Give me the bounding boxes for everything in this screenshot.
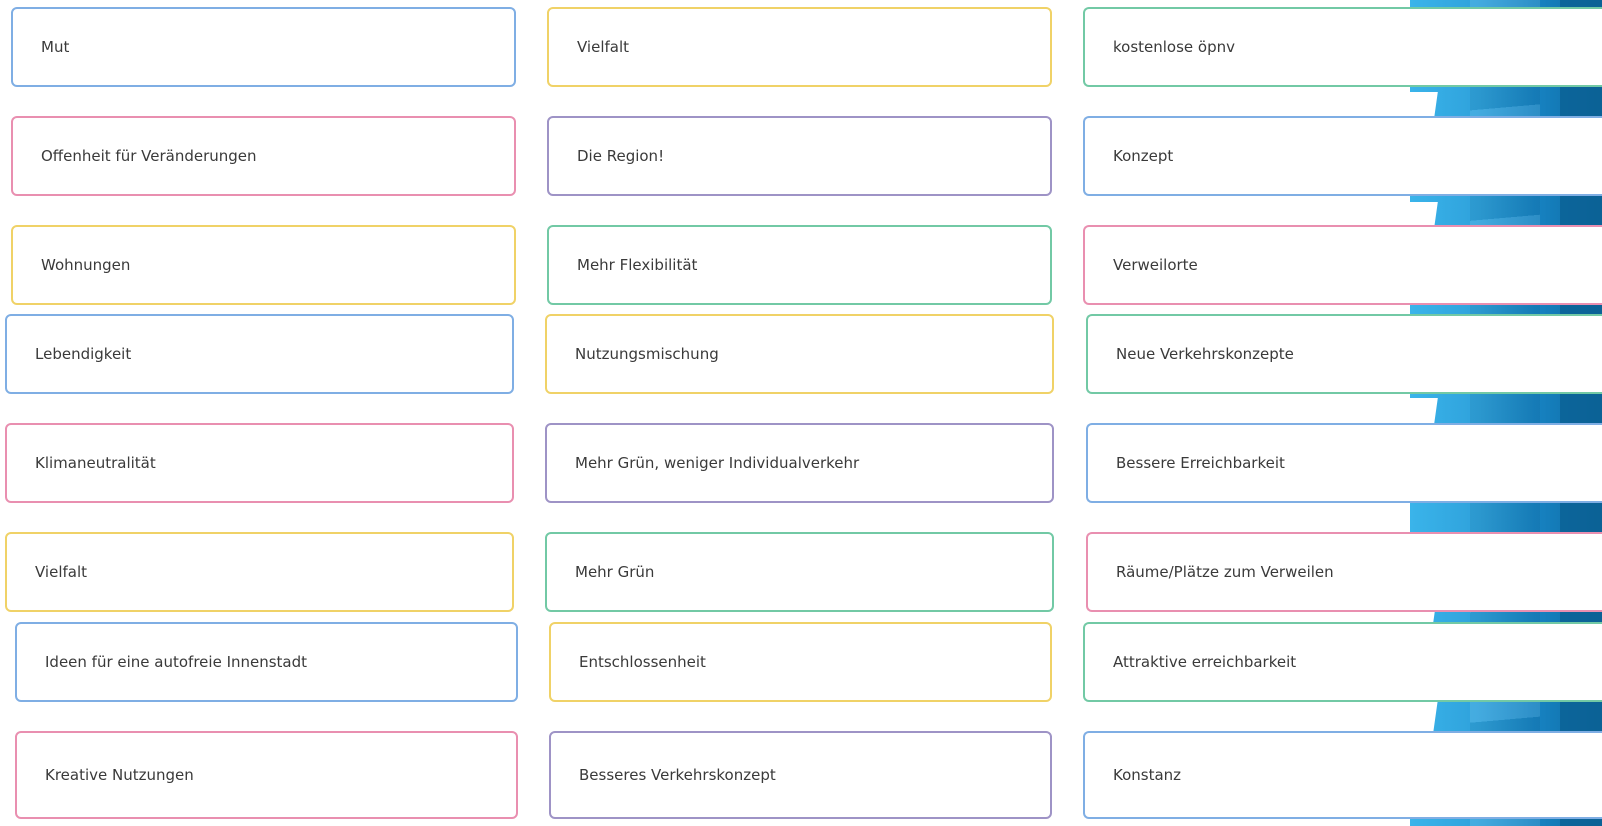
idea-card[interactable]: Bessere Erreichbarkeit [1086,423,1602,503]
idea-card-board: Mut Vielfalt kostenlose öpnv Offenheit f… [0,0,1602,826]
idea-card[interactable]: Mehr Flexibilität [547,225,1052,305]
idea-card[interactable]: Räume/Plätze zum Verweilen [1086,532,1602,612]
idea-card[interactable]: kostenlose öpnv [1083,7,1602,87]
idea-card[interactable]: Nutzungsmischung [545,314,1054,394]
idea-card[interactable]: Offenheit für Veränderungen [11,116,516,196]
idea-card[interactable]: Verweilorte [1083,225,1602,305]
idea-card[interactable]: Attraktive erreichbarkeit [1083,622,1602,702]
idea-card[interactable]: Mehr Grün, weniger Individualverkehr [545,423,1054,503]
idea-card[interactable]: Konstanz [1083,731,1602,819]
idea-card[interactable]: Entschlossenheit [549,622,1052,702]
idea-card[interactable]: Ideen für eine autofreie Innenstadt [15,622,518,702]
idea-card[interactable]: Kreative Nutzungen [15,731,518,819]
idea-card[interactable]: Konzept [1083,116,1602,196]
idea-card[interactable]: Die Region! [547,116,1052,196]
idea-card[interactable]: Neue Verkehrskonzepte [1086,314,1602,394]
idea-card[interactable]: Besseres Verkehrskonzept [549,731,1052,819]
idea-card[interactable]: Vielfalt [547,7,1052,87]
idea-card[interactable]: Mehr Grün [545,532,1054,612]
idea-card[interactable]: Mut [11,7,516,87]
idea-card[interactable]: Lebendigkeit [5,314,514,394]
idea-card[interactable]: Wohnungen [11,225,516,305]
idea-card[interactable]: Klimaneutralität [5,423,514,503]
idea-card[interactable]: Vielfalt [5,532,514,612]
